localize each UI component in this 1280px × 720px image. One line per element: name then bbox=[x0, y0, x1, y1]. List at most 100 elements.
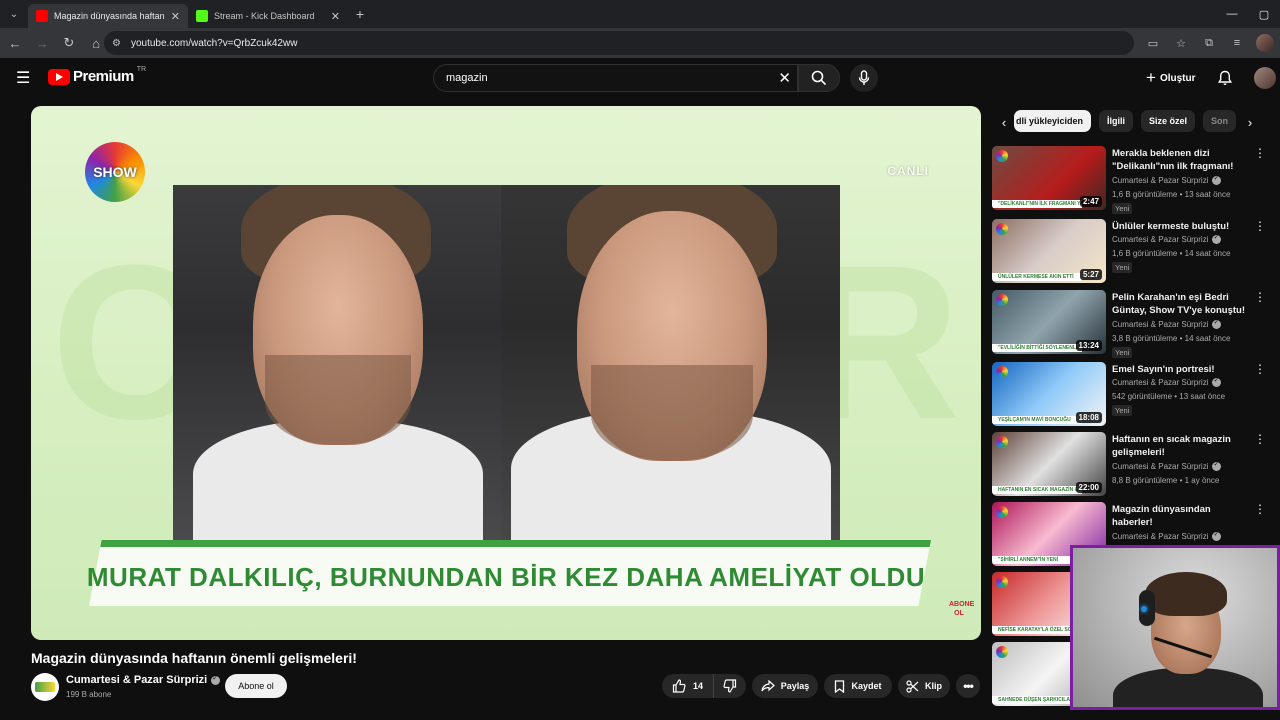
chips-next-icon[interactable]: › bbox=[1238, 110, 1262, 134]
video-frame-left bbox=[173, 185, 501, 540]
channel-name-text: Cumartesi & Pazar Sürprizi bbox=[1112, 176, 1209, 185]
reload-icon[interactable]: ↻ bbox=[57, 31, 81, 55]
back-icon[interactable]: ← bbox=[3, 31, 27, 55]
chip-row: dli yükleyiciden İlgili Size özel Son bbox=[1014, 110, 1244, 134]
video-duration: 13:24 bbox=[1075, 340, 1102, 351]
video-thumbnail[interactable]: HAFTANIN EN SICAK MAGAZİN GELİŞMELERİ22:… bbox=[992, 432, 1106, 496]
forward-icon[interactable]: → bbox=[30, 31, 54, 55]
video-thumbnail[interactable]: "DELİKANLI"NIN İLK FRAGMANI YAYINDA2:47 bbox=[992, 146, 1106, 210]
live-label: CANLI bbox=[887, 164, 929, 178]
video-metadata: 3,8 B görüntüleme • 14 saat önce bbox=[1112, 334, 1231, 343]
recommended-video[interactable]: "DELİKANLI"NIN İLK FRAGMANI YAYINDA2:47M… bbox=[992, 146, 1266, 214]
account-avatar[interactable] bbox=[1254, 67, 1276, 89]
video-title[interactable]: Ünlüler kermeste buluştu! bbox=[1112, 220, 1247, 233]
video-metadata: 8,8 B görüntüleme • 1 ay önce bbox=[1112, 476, 1220, 485]
channel-name[interactable]: Cumartesi & Pazar Sürprizi bbox=[1112, 460, 1222, 471]
channel-name-text: Cumartesi & Pazar Sürprizi bbox=[1112, 462, 1209, 471]
browser-tab-bar: ⌄ Magazin dünyasında haftanın önemli gel… bbox=[0, 0, 1280, 28]
video-metadata: 1,6 B görüntüleme • 13 saat önce bbox=[1112, 190, 1231, 199]
recommended-video[interactable]: ÜNLÜLER KERMESE AKIN ETTİ 5:27 Ünlüler ker… bbox=[992, 219, 1266, 283]
close-tab-icon[interactable]: ✕ bbox=[171, 10, 180, 23]
tab-youtube[interactable]: Magazin dünyasında haftanın önemli geliş… bbox=[28, 4, 188, 28]
youtube-logo[interactable]: Premium TR bbox=[48, 66, 147, 85]
chips-prev-icon[interactable]: ‹ bbox=[992, 110, 1016, 134]
channel-avatar[interactable] bbox=[31, 673, 59, 701]
site-info-icon[interactable]: ⚙ bbox=[112, 38, 121, 49]
url-text: youtube.com/watch?v=QrbZcuk42ww bbox=[130, 37, 298, 49]
maximize-icon[interactable]: ▢ bbox=[1248, 0, 1280, 28]
recommended-video[interactable]: "EVLİLİĞİN BİTTİĞİ SÖYLENENLER" 13:24 Peli… bbox=[992, 290, 1266, 358]
video-player[interactable]: C R SHOW CANLI MURAT DALKILIÇ, BURNUNDAN… bbox=[31, 106, 981, 640]
video-duration: 18:08 bbox=[1075, 412, 1102, 423]
video-thumbnail[interactable]: "EVLİLİĞİN BİTTİĞİ SÖYLENENLER" 13:24 bbox=[992, 290, 1106, 354]
video-thumbnail[interactable]: ÜNLÜLER KERMESE AKIN ETTİ 5:27 bbox=[992, 219, 1106, 283]
more-vertical-icon[interactable]: ⋮ bbox=[1254, 433, 1266, 445]
search-button[interactable] bbox=[798, 64, 840, 92]
video-title: Magazin dünyasında haftanın önemli geliş… bbox=[31, 650, 357, 666]
video-metadata: 1,6 B görüntüleme • 14 saat önce bbox=[1112, 249, 1231, 258]
thumbnail-caption: NEFİSE KARATAY'LA ÖZEL SOHBET bbox=[992, 626, 1082, 634]
channel-name[interactable]: Cumartesi & Pazar Sürprizi bbox=[1112, 233, 1222, 244]
profile-avatar[interactable] bbox=[1256, 34, 1274, 52]
minimize-icon[interactable]: — bbox=[1216, 0, 1248, 28]
tab-search-icon[interactable]: ⌄ bbox=[0, 0, 28, 28]
create-button[interactable]: + Oluştur bbox=[1140, 66, 1202, 90]
recommended-video[interactable]: HAFTANIN EN SICAK MAGAZİN GELİŞMELERİ22:… bbox=[992, 432, 1266, 496]
new-badge: Yeni bbox=[1112, 262, 1133, 273]
chip-for-you[interactable]: Size özel bbox=[1141, 110, 1196, 132]
extensions-icon[interactable]: ⧉ bbox=[1200, 34, 1218, 52]
dislike-button[interactable] bbox=[714, 674, 746, 698]
video-metadata: 542 görüntüleme • 13 saat önce bbox=[1112, 392, 1226, 401]
clip-button[interactable]: Klip bbox=[898, 674, 950, 698]
video-title[interactable]: Haftanın en sıcak magazin gelişmeleri! bbox=[1112, 433, 1247, 459]
voice-search-button[interactable] bbox=[850, 64, 878, 92]
chip-recent[interactable]: Son bbox=[1203, 110, 1237, 132]
video-title[interactable]: Emel Sayın'ın portresi! bbox=[1112, 363, 1247, 376]
channel-name[interactable]: Cumartesi & Pazar Sürprizi bbox=[1112, 318, 1222, 329]
subscribe-button[interactable]: Abone ol bbox=[225, 674, 287, 698]
new-badge: Yeni bbox=[1112, 405, 1133, 416]
youtube-header: ☰ Premium TR magazin ✕ + Oluştur bbox=[0, 58, 1280, 102]
video-title[interactable]: Merakla beklenen dizi "Delikanlı"nın ilk… bbox=[1112, 147, 1247, 173]
video-title[interactable]: Pelin Karahan'ın eşi Bedri Güntay, Show … bbox=[1112, 291, 1247, 317]
thumbnail-caption: "EVLİLİĞİN BİTTİĞİ SÖYLENENLER" bbox=[992, 344, 1082, 352]
video-title[interactable]: Magazin dünyasından haberler! bbox=[1112, 503, 1247, 529]
share-button[interactable]: Paylaş bbox=[752, 674, 818, 698]
menu-icon[interactable]: ☰ bbox=[16, 70, 34, 88]
new-tab-button[interactable]: + bbox=[348, 6, 372, 22]
url-field[interactable]: ⚙ youtube.com/watch?v=QrbZcuk42ww bbox=[104, 31, 1134, 55]
more-actions-button[interactable]: ••• bbox=[956, 674, 980, 698]
search-input[interactable]: magazin ✕ bbox=[433, 64, 798, 92]
channel-name-text: Cumartesi & Pazar Sürprizi bbox=[1112, 532, 1209, 541]
save-button[interactable]: Kaydet bbox=[824, 674, 892, 698]
video-thumbnail[interactable]: YEŞİLÇAM'IN MAVİ BONCUĞU 18:08 bbox=[992, 362, 1106, 426]
create-label: Oluştur bbox=[1159, 72, 1196, 84]
video-duration: 2:47 bbox=[1079, 196, 1102, 207]
bookmark-star-icon[interactable]: ☆ bbox=[1172, 34, 1190, 52]
video-duration: 22:00 bbox=[1075, 482, 1102, 493]
chip-uploader[interactable]: dli yükleyiciden bbox=[1014, 110, 1092, 132]
install-app-icon[interactable]: ▭ bbox=[1144, 34, 1162, 52]
thumbnail-caption: "SİHİRLİ ANNEM"İN YENİ bbox=[992, 556, 1082, 564]
tab-kick[interactable]: Stream - Kick Dashboard ✕ bbox=[188, 4, 348, 28]
clear-search-icon[interactable]: ✕ bbox=[778, 69, 791, 87]
channel-name[interactable]: Cumartesi & Pazar Sürprizi bbox=[1112, 174, 1222, 185]
more-vertical-icon[interactable]: ⋮ bbox=[1254, 291, 1266, 303]
kick-favicon-icon bbox=[196, 10, 208, 22]
more-vertical-icon[interactable]: ⋮ bbox=[1254, 220, 1266, 232]
verified-icon bbox=[1212, 318, 1222, 329]
channel-name[interactable]: Cumartesi & Pazar Sürprizi bbox=[1112, 376, 1222, 387]
channel-name[interactable]: Cumartesi & Pazar Sürprizi bbox=[66, 674, 221, 686]
chip-related[interactable]: İlgili bbox=[1099, 110, 1134, 132]
channel-name-text: Cumartesi & Pazar Sürprizi bbox=[1112, 320, 1209, 329]
recommended-video[interactable]: YEŞİLÇAM'IN MAVİ BONCUĞU 18:08 Emel Sayın'… bbox=[992, 362, 1266, 426]
logo-country: TR bbox=[136, 66, 147, 73]
more-vertical-icon[interactable]: ⋮ bbox=[1254, 363, 1266, 375]
reading-list-icon[interactable]: ≡ bbox=[1228, 34, 1246, 52]
more-vertical-icon[interactable]: ⋮ bbox=[1254, 503, 1266, 515]
notifications-button[interactable] bbox=[1216, 69, 1234, 87]
channel-name[interactable]: Cumartesi & Pazar Sürprizi bbox=[1112, 530, 1222, 541]
more-vertical-icon[interactable]: ⋮ bbox=[1254, 147, 1266, 159]
like-button[interactable]: 14 bbox=[662, 674, 715, 698]
close-tab-icon[interactable]: ✕ bbox=[331, 10, 340, 23]
